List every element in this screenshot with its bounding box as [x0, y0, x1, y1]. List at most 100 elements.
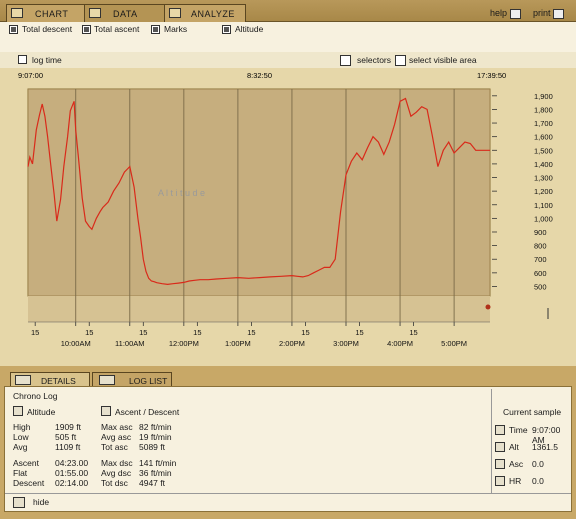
stat-value: 1109 ft [55, 442, 81, 452]
altitude-icon [13, 406, 23, 416]
stat-value: 141 ft/min [139, 458, 177, 468]
altitude-icon [495, 442, 505, 452]
plot-lower-band [28, 296, 490, 322]
plot-shade [28, 89, 490, 296]
time-icon [495, 425, 505, 435]
watermark-label: A l t i t u d e [158, 188, 205, 198]
stat-value: 02:14.00 [55, 478, 89, 488]
selectors-label: selectors [357, 55, 392, 65]
stat-key: Max dsc [101, 458, 133, 468]
details-icon [15, 375, 31, 385]
total-descent-label: Total descent [22, 24, 73, 34]
y-axis: 1,900 1,800 1,700 1,600 1,500 1,400 1,300 1,200… [492, 92, 553, 291]
altitude-checkbox[interactable] [222, 25, 231, 34]
x-tick-label: 15 [31, 328, 39, 337]
y-tick-label: 800 [534, 242, 547, 251]
cursor-marker[interactable] [485, 304, 491, 310]
stat-key: Tot asc [101, 442, 128, 452]
print-link[interactable]: print [533, 8, 551, 18]
y-tick-label: 1,300 [534, 174, 553, 183]
tab-chart[interactable]: CHART [6, 4, 88, 22]
total-ascent-checkbox[interactable] [82, 25, 91, 34]
y-tick-label: 1,500 [534, 146, 553, 155]
x-tick-label: 2:00PM [279, 339, 305, 348]
y-tick-label: 1,800 [534, 105, 553, 114]
x-tick-label: 11:00AM [115, 339, 144, 348]
current-sample-value: 0.0 [532, 476, 544, 486]
current-sample-key: Asc [509, 459, 524, 469]
marks-label: Marks [164, 24, 188, 34]
details-panel: Chrono Log Altitude Ascent / Descent Hig… [4, 386, 572, 512]
help-icon[interactable] [510, 9, 521, 19]
stat-key: Low [13, 432, 29, 442]
altitude-section-title: Altitude [27, 407, 56, 417]
selectors-checkbox[interactable] [340, 55, 351, 66]
print-icon[interactable] [553, 9, 564, 19]
select-visible-area-checkbox[interactable] [395, 55, 406, 66]
ascent-descent-icon [101, 406, 111, 416]
hide-button[interactable]: hide [33, 497, 49, 507]
x-tick-label: 15 [355, 328, 363, 337]
log-time-label: log time [32, 55, 62, 65]
y-tick-label: 1,100 [534, 201, 553, 210]
stat-value: 01:55.00 [55, 468, 89, 478]
heart-rate-icon [495, 476, 505, 486]
analyze-icon [169, 8, 181, 18]
current-sample-value: 1361.5 [532, 442, 558, 452]
stat-key: Ascent [13, 458, 39, 468]
stat-value: 82 ft/min [139, 422, 172, 432]
chart-icon [11, 8, 23, 18]
marks-checkbox[interactable] [151, 25, 160, 34]
tab-chart-label: CHART [35, 9, 69, 19]
help-link[interactable]: help [490, 8, 507, 18]
stat-value: 4947 ft [139, 478, 165, 488]
stat-value: 5089 ft [139, 442, 165, 452]
time-start-label: 9:07:00 [18, 71, 43, 80]
x-tick-label: 15 [301, 328, 309, 337]
total-ascent-label: Total ascent [94, 24, 140, 34]
tab-data[interactable]: DATA [84, 4, 166, 22]
stat-value: 1909 ft [55, 422, 81, 432]
x-tick-label: 1:00PM [225, 339, 251, 348]
x-tick-label: 15 [409, 328, 417, 337]
total-descent-checkbox[interactable] [9, 25, 18, 34]
y-tick-label: 600 [534, 269, 547, 278]
y-tick-label: 700 [534, 255, 547, 264]
options-bar: log time selectors select visible area [0, 52, 576, 68]
current-sample-value: 0.0 [532, 459, 544, 469]
y-tick-label: 1,900 [534, 92, 553, 101]
hide-divider [5, 493, 571, 494]
tab-data-label: DATA [113, 9, 138, 19]
stat-key: Tot dsc [101, 478, 128, 488]
x-tick-label: 15 [85, 328, 93, 337]
log-list-icon [99, 375, 115, 385]
y-tick-label: 1,200 [534, 187, 553, 196]
stat-key: Descent [13, 478, 45, 488]
chart-area[interactable]: 9:07:00 8:32:50 17:39:50 A l t i t u d e… [0, 68, 576, 366]
stat-key: Avg [13, 442, 28, 452]
x-tick-label: 3:00PM [333, 339, 359, 348]
panel-divider [491, 389, 492, 493]
y-tick-label: 1,000 [534, 214, 553, 223]
x-tick-label: 4:00PM [387, 339, 413, 348]
x-axis: 15 10:00AM 15 11:00AM 15 12:00PM 15 1:00PM 15 2:0… [28, 321, 490, 348]
stat-value: 19 ft/min [139, 432, 172, 442]
tab-analyze[interactable]: ANALYZE [164, 4, 246, 22]
x-tick-label: 15 [139, 328, 147, 337]
tab-log-list-label: LOG LIST [129, 376, 168, 386]
altitude-chart[interactable]: 9:07:00 8:32:50 17:39:50 A l t i t u d e… [0, 68, 576, 366]
stat-value: 36 ft/min [139, 468, 172, 478]
hide-icon[interactable] [13, 497, 25, 508]
log-time-checkbox[interactable] [18, 55, 27, 64]
y-tick-label: 1,700 [534, 119, 553, 128]
y-tick-label: 1,600 [534, 133, 553, 142]
stat-key: Avg dsc [101, 468, 132, 478]
x-tick-label: 5:00PM [441, 339, 467, 348]
y-tick-label: 900 [534, 228, 547, 237]
x-tick-label: 15 [193, 328, 201, 337]
stat-value: 505 ft [55, 432, 77, 442]
current-sample-key: HR [509, 476, 522, 486]
y-tick-label: 500 [534, 282, 547, 291]
data-icon [89, 8, 101, 18]
chrono-log-title: Chrono Log [13, 391, 58, 401]
